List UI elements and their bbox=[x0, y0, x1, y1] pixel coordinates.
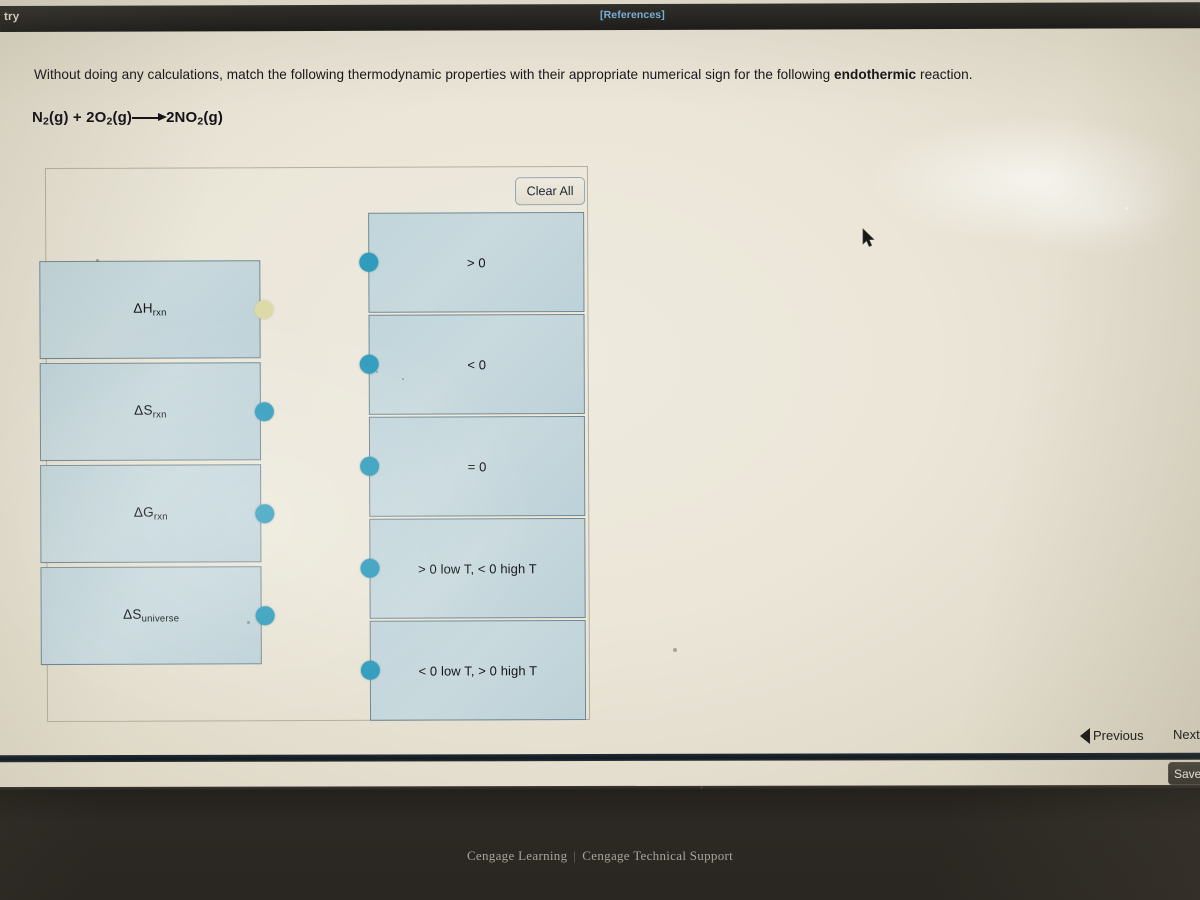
save-button[interactable]: Save bbox=[1168, 762, 1200, 785]
question-prompt: Without doing any calculations, match th… bbox=[34, 66, 1184, 84]
previous-button-label: Previous bbox=[1093, 728, 1144, 743]
connector-dot-enthalpy[interactable] bbox=[254, 300, 274, 320]
content-bottom-rule bbox=[0, 752, 1200, 763]
answer-tile-pos-low-neg-high[interactable]: > 0 low T, < 0 high T bbox=[369, 517, 586, 619]
chevron-left-icon bbox=[1079, 727, 1091, 744]
browser-screenshot: try [References] Without doing any calcu… bbox=[0, 0, 1200, 900]
property-tile-gibbs[interactable]: ΔGrxn bbox=[40, 464, 262, 564]
chemical-equation: N2(g) + 2O2(g) 2NO2(g) bbox=[32, 109, 223, 128]
answer-tile-label: > 0 bbox=[466, 254, 486, 270]
reaction-arrow-icon bbox=[132, 113, 168, 123]
answer-tile-label: < 0 bbox=[467, 356, 487, 372]
prompt-emphasis: endothermic bbox=[834, 67, 917, 82]
clear-all-button[interactable]: Clear All bbox=[514, 176, 586, 206]
footer-support-link[interactable]: Cengage Technical Support bbox=[582, 848, 733, 863]
footer-brand-link[interactable]: Cengage Learning bbox=[467, 848, 567, 863]
prompt-text-after: reaction. bbox=[916, 67, 973, 82]
property-tile-label: ΔGrxn bbox=[133, 504, 168, 523]
monitor-bezel bbox=[0, 790, 1200, 900]
connector-dot-neg-low-pos-high[interactable] bbox=[360, 660, 380, 680]
property-tile-label: ΔSrxn bbox=[134, 402, 167, 421]
answer-tile-equal-zero[interactable]: = 0 bbox=[368, 415, 586, 517]
equation-products: 2NO2(g) bbox=[166, 109, 223, 128]
matching-panel: Clear All ΔHrxn ΔSrxn ΔGrxn ΔSuniverse >… bbox=[39, 165, 591, 723]
previous-button[interactable]: Previous bbox=[1079, 727, 1144, 744]
connector-dot-equal-zero[interactable] bbox=[360, 456, 380, 476]
prompt-text-before: Without doing any calculations, match th… bbox=[34, 67, 835, 82]
answer-tile-less-zero[interactable]: < 0 bbox=[368, 313, 585, 415]
connector-dot-greater-zero[interactable] bbox=[359, 252, 379, 272]
footer-separator: | bbox=[573, 848, 577, 863]
page-footer: Cengage Learning | Cengage Technical Suppo… bbox=[0, 848, 1200, 864]
property-tile-entropy-rxn[interactable]: ΔSrxn bbox=[39, 362, 262, 462]
mouse-cursor-icon bbox=[862, 228, 875, 247]
answer-tile-label: = 0 bbox=[467, 458, 487, 474]
equation-reactants: N2(g) + 2O2(g) bbox=[32, 109, 133, 128]
answer-tile-neg-low-pos-high[interactable]: < 0 low T, > 0 high T bbox=[369, 619, 587, 721]
property-tile-enthalpy[interactable]: ΔHrxn bbox=[39, 260, 261, 360]
answer-tile-greater-zero[interactable]: > 0 bbox=[368, 211, 585, 313]
window-title-fragment: try bbox=[3, 10, 20, 23]
property-tile-label: ΔHrxn bbox=[133, 300, 167, 319]
answer-tile-label: > 0 low T, < 0 high T bbox=[418, 560, 537, 577]
next-button[interactable]: Next bbox=[1173, 727, 1200, 742]
connector-dot-entropy-rxn[interactable] bbox=[254, 402, 274, 422]
browser-title-bar: try [References] bbox=[0, 2, 1200, 32]
references-link[interactable]: [References] bbox=[600, 9, 665, 21]
property-tile-label: ΔSuniverse bbox=[123, 606, 180, 625]
connector-dot-pos-low-neg-high[interactable] bbox=[360, 558, 380, 578]
connector-dot-gibbs[interactable] bbox=[255, 504, 275, 524]
answer-tile-label: < 0 low T, > 0 high T bbox=[418, 662, 538, 679]
property-tile-entropy-universe[interactable]: ΔSuniverse bbox=[40, 566, 262, 666]
connector-dot-entropy-universe[interactable] bbox=[255, 606, 275, 626]
